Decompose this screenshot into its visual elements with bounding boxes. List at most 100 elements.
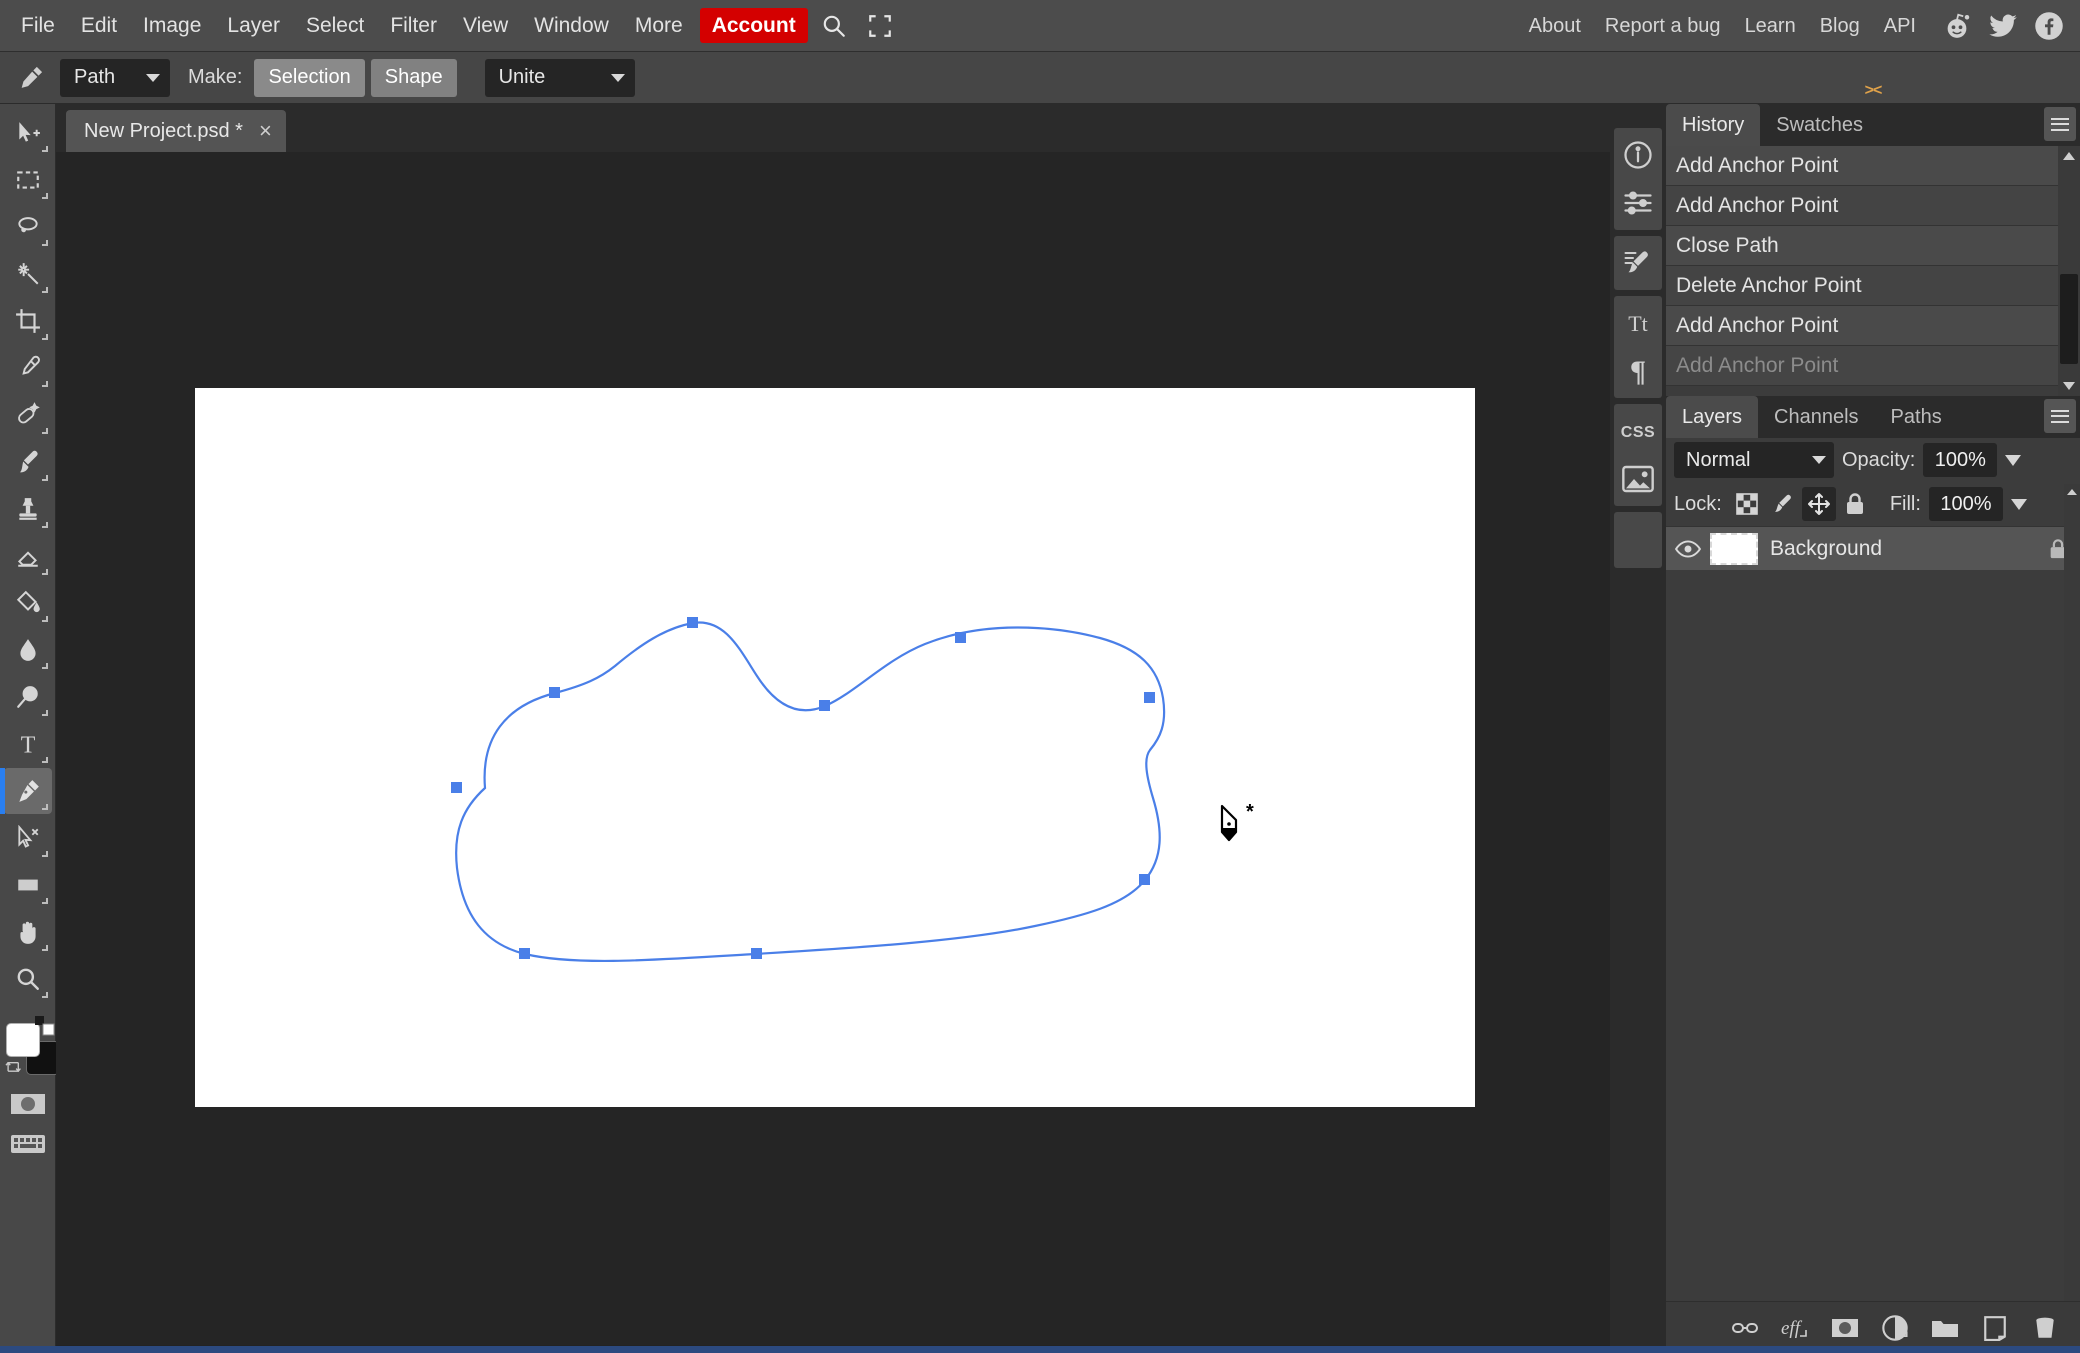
facebook-icon[interactable] (2032, 9, 2066, 43)
fill-value[interactable]: 100% (1928, 487, 2003, 521)
path-mode-select[interactable]: Path (60, 58, 170, 97)
history-scrollbar[interactable] (2058, 146, 2080, 396)
scroll-up-icon[interactable] (2064, 484, 2080, 500)
eraser-tool[interactable] (4, 533, 52, 579)
opacity-value[interactable]: 100% (1923, 443, 1998, 477)
tab-paths[interactable]: Paths (1875, 396, 1958, 438)
clone-stamp-tool[interactable] (4, 486, 52, 532)
make-selection-button[interactable]: Selection (254, 58, 365, 97)
menu-image[interactable]: Image (130, 9, 214, 42)
keyboard-icon[interactable] (8, 1129, 48, 1159)
history-list[interactable]: Add Anchor Point Add Anchor Point Close … (1666, 146, 2058, 396)
opacity-slider-arrow-icon[interactable] (2005, 454, 2022, 466)
quick-mask-icon[interactable] (8, 1089, 48, 1119)
hand-tool[interactable] (4, 909, 52, 955)
menu-window[interactable]: Window (521, 9, 622, 42)
history-item[interactable]: Add Anchor Point (1666, 346, 2058, 386)
dodge-tool[interactable] (4, 674, 52, 720)
scroll-down-icon[interactable] (2058, 376, 2080, 396)
lock-paint-icon[interactable] (1766, 487, 1800, 521)
menu-file[interactable]: File (8, 9, 68, 42)
layer-effects-icon[interactable]: eff (1778, 1311, 1812, 1345)
menu-learn[interactable]: Learn (1733, 10, 1808, 42)
type-tool[interactable]: T (4, 721, 52, 767)
menu-blog[interactable]: Blog (1808, 10, 1872, 42)
layer-visibility-icon[interactable] (1666, 539, 1710, 559)
pen-tool[interactable] (0, 768, 52, 814)
brush-settings-icon[interactable] (1615, 239, 1661, 287)
history-item[interactable]: Add Anchor Point (1666, 186, 2058, 226)
scroll-up-icon[interactable] (2058, 146, 2080, 166)
menu-select[interactable]: Select (293, 9, 377, 42)
healing-brush-tool[interactable] (4, 392, 52, 438)
fill-slider-arrow-icon[interactable] (2010, 498, 2027, 510)
search-icon[interactable] (814, 6, 854, 46)
new-group-icon[interactable] (1928, 1311, 1962, 1345)
crop-tool[interactable] (4, 298, 52, 344)
delete-layer-icon[interactable] (2028, 1311, 2062, 1345)
adjustment-layer-icon[interactable] (1878, 1311, 1912, 1345)
eyedropper-tool[interactable] (4, 345, 52, 391)
lock-all-icon[interactable] (1838, 487, 1872, 521)
menu-about[interactable]: About (1517, 10, 1593, 42)
paint-bucket-tool[interactable] (4, 580, 52, 626)
close-icon[interactable]: × (259, 118, 272, 144)
tab-history[interactable]: History (1666, 104, 1761, 146)
new-layer-icon[interactable] (1978, 1311, 2012, 1345)
character-icon[interactable]: Tt (1615, 299, 1661, 347)
lasso-tool[interactable] (4, 204, 52, 250)
history-item[interactable]: Close Path (1666, 226, 2058, 266)
blur-tool[interactable] (4, 627, 52, 673)
history-item[interactable]: Add Anchor Point (1666, 306, 2058, 346)
color-swatches[interactable] (2, 1016, 60, 1079)
magic-wand-tool[interactable] (4, 251, 52, 297)
lock-transparency-icon[interactable] (1730, 487, 1764, 521)
menu-edit[interactable]: Edit (68, 9, 130, 42)
menu-bar-right: About Report a bug Learn Blog API (1517, 9, 2080, 43)
canvas-workspace[interactable]: * (56, 152, 1610, 1345)
paragraph-icon[interactable]: ¶ (1615, 347, 1661, 395)
blend-mode-select[interactable]: Normal (1674, 442, 1834, 478)
zoom-tool[interactable] (4, 956, 52, 1002)
add-mask-icon[interactable] (1828, 1311, 1862, 1345)
css-icon[interactable]: CSS (1615, 407, 1661, 455)
history-collapse-toggle[interactable]: >< (1666, 82, 2080, 100)
tab-layers[interactable]: Layers (1666, 396, 1759, 438)
history-scroll-thumb[interactable] (2060, 274, 2078, 364)
twitter-icon[interactable] (1986, 9, 2020, 43)
default-colors-icon[interactable] (34, 1015, 56, 1037)
fullscreen-icon[interactable] (860, 6, 900, 46)
history-item[interactable]: Delete Anchor Point (1666, 266, 2058, 306)
brush-tool[interactable] (4, 439, 52, 485)
info-icon[interactable] (1615, 131, 1661, 179)
menu-view[interactable]: View (450, 9, 521, 42)
adjustments-icon[interactable] (1615, 179, 1661, 227)
account-button[interactable]: Account (699, 8, 808, 43)
tab-channels[interactable]: Channels (1758, 396, 1875, 438)
menu-more[interactable]: More (622, 9, 696, 42)
history-panel-menu-button[interactable] (2044, 107, 2076, 141)
layers-scrollbar[interactable] (2064, 484, 2080, 1301)
reddit-icon[interactable] (1940, 9, 1974, 43)
image-canvas[interactable] (195, 388, 1475, 1107)
link-layers-icon[interactable] (1728, 1311, 1762, 1345)
path-selection-tool[interactable] (4, 815, 52, 861)
move-tool[interactable] (4, 110, 52, 156)
history-scroll-track[interactable] (2060, 166, 2078, 376)
history-item[interactable]: Add Anchor Point (1666, 146, 2058, 186)
menu-api[interactable]: API (1872, 10, 1928, 42)
document-tab[interactable]: New Project.psd * × (66, 110, 286, 152)
lock-position-icon[interactable] (1801, 487, 1836, 521)
make-shape-button[interactable]: Shape (370, 58, 457, 97)
rectangle-tool[interactable] (4, 862, 52, 908)
menu-layer[interactable]: Layer (214, 9, 293, 42)
path-operation-select[interactable]: Unite (484, 58, 635, 97)
menu-report-a-bug[interactable]: Report a bug (1593, 10, 1733, 42)
layers-panel-menu-button[interactable] (2044, 399, 2076, 433)
menu-filter[interactable]: Filter (377, 9, 450, 42)
swap-colors-icon[interactable] (2, 1055, 28, 1079)
layer-row-background[interactable]: Background (1666, 526, 2080, 570)
tab-swatches[interactable]: Swatches (1760, 104, 1879, 146)
marquee-tool[interactable] (4, 157, 52, 203)
image-icon[interactable] (1615, 455, 1661, 503)
